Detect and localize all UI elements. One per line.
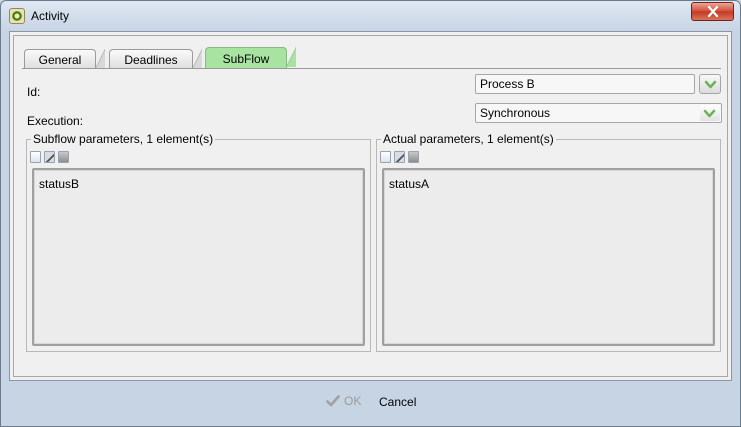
subflow-parameters-list[interactable]: statusB [32, 168, 365, 346]
tab-general[interactable]: General [24, 49, 105, 69]
subflow-parameters-toolbar [30, 151, 72, 165]
tab-subflow-label: SubFlow [222, 52, 270, 66]
delete-item-icon[interactable] [408, 151, 419, 163]
ok-button[interactable]: OK [326, 394, 361, 408]
id-label: Id: [27, 85, 41, 99]
id-dropdown-button[interactable] [699, 74, 721, 94]
actual-parameters-toolbar [380, 151, 422, 165]
actual-parameters-title: Actual parameters, 1 element(s) [381, 132, 556, 146]
button-bar: OK Cancel [1, 386, 740, 416]
actual-parameters-list[interactable]: statusA [382, 168, 715, 346]
dialog-content: General Deadlines SubFlow Id: Process B … [9, 31, 732, 381]
chevron-down-icon [704, 80, 717, 89]
ok-button-label: OK [344, 394, 362, 408]
execution-select[interactable]: Synchronous [475, 103, 722, 123]
delete-item-icon[interactable] [58, 151, 69, 163]
tab-panel: General Deadlines SubFlow Id: Process B … [13, 35, 728, 377]
execution-dropdown-button[interactable] [700, 105, 720, 121]
tab-deadlines-label: Deadlines [124, 53, 178, 67]
new-item-icon[interactable] [380, 151, 391, 163]
tab-deadlines[interactable]: Deadlines [109, 49, 202, 69]
app-icon [9, 8, 25, 24]
title-bar[interactable]: Activity [1, 1, 740, 31]
close-icon [707, 6, 719, 17]
list-item[interactable]: statusB [39, 177, 79, 191]
id-value: Process B [480, 77, 535, 91]
tab-subflow[interactable]: SubFlow [205, 47, 296, 69]
cancel-button[interactable]: Cancel [379, 395, 416, 409]
id-field[interactable]: Process B [475, 74, 695, 94]
actual-parameters-group: Actual parameters, 1 element(s) statusA [376, 132, 721, 352]
activity-dialog: Activity General Deadlines SubFlow Id: P… [0, 0, 741, 427]
list-item[interactable]: statusA [389, 177, 429, 191]
tab-divider [22, 68, 721, 69]
tab-general-label: General [38, 53, 82, 67]
edit-item-icon[interactable] [44, 151, 55, 163]
window-title: Activity [31, 9, 70, 23]
subflow-parameters-group: Subflow parameters, 1 element(s) statusB [26, 132, 371, 352]
new-item-icon[interactable] [30, 151, 41, 163]
chevron-down-icon [703, 109, 716, 118]
subflow-parameters-title: Subflow parameters, 1 element(s) [31, 132, 216, 146]
checkmark-icon [326, 395, 340, 407]
edit-item-icon[interactable] [394, 151, 405, 163]
execution-label: Execution: [27, 114, 84, 128]
execution-value: Synchronous [480, 106, 551, 120]
close-button[interactable] [691, 2, 734, 21]
